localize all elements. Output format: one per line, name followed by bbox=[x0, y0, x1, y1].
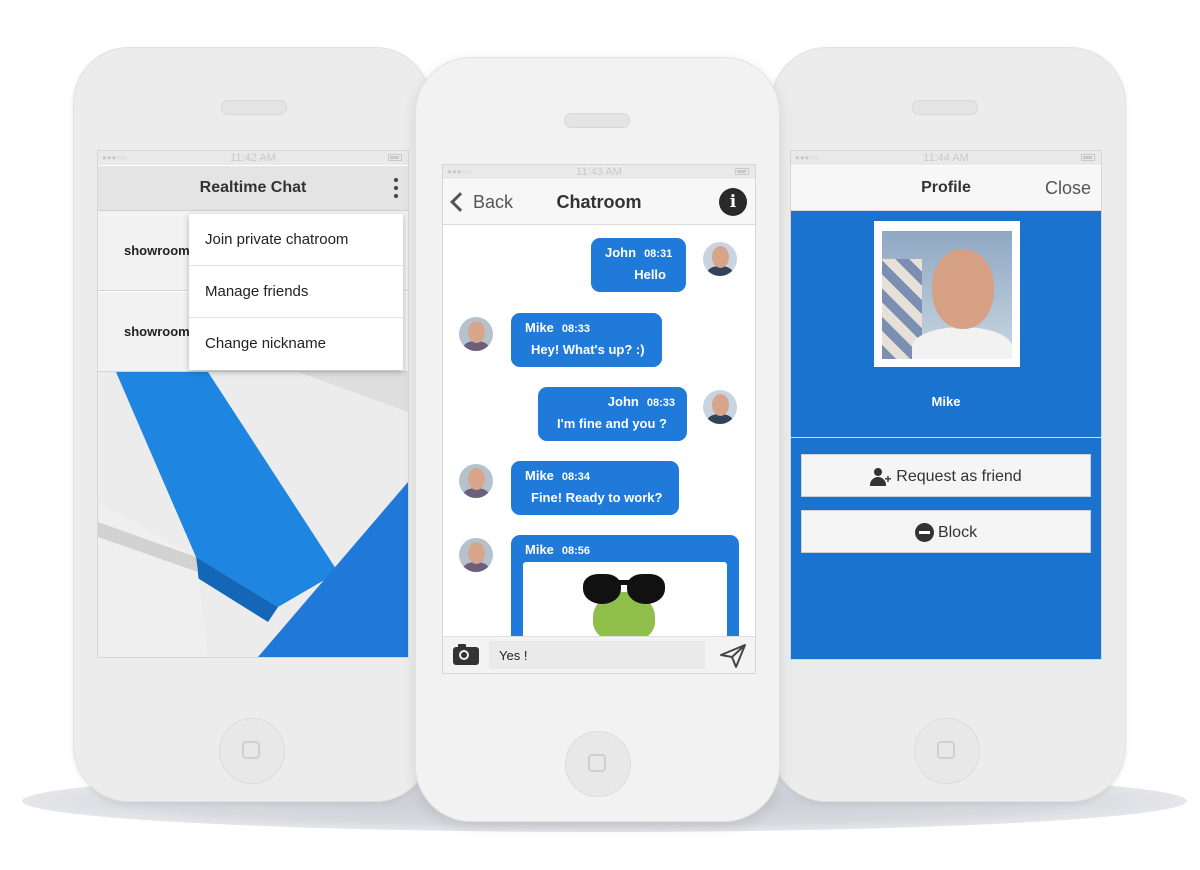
message-input[interactable] bbox=[489, 641, 705, 669]
wallpaper-graphic bbox=[98, 372, 408, 657]
avatar-mike[interactable] bbox=[459, 464, 493, 498]
minus-circle-icon bbox=[914, 523, 934, 543]
signal-icon: ●●●○○ bbox=[447, 167, 472, 176]
avatar-mike[interactable] bbox=[459, 538, 493, 572]
sender-name: Mike bbox=[525, 542, 554, 557]
home-button[interactable] bbox=[219, 718, 285, 784]
message-bubble: Mike 08:33 Hey! What's up? :) bbox=[511, 313, 662, 367]
avatar-mike[interactable] bbox=[459, 317, 493, 351]
info-icon[interactable]: i bbox=[719, 188, 747, 216]
divider bbox=[791, 437, 1101, 438]
status-bar: ●●●○○ 11:44 AM bbox=[791, 151, 1101, 165]
speaker-grille bbox=[221, 100, 287, 115]
message-time: 08:33 bbox=[561, 323, 591, 335]
screen-profile: ●●●○○ 11:44 AM Profile Close Mike + Reque… bbox=[790, 150, 1102, 660]
screen-main-menu: ●●●○○ 11:42 AM Realtime Chat showroom sh… bbox=[97, 150, 409, 658]
app-title: Realtime Chat bbox=[199, 179, 307, 196]
sender-name: Mike bbox=[525, 320, 554, 335]
chatroom-header: Chatroom Back i bbox=[443, 180, 755, 225]
message-text: Hello bbox=[634, 267, 666, 282]
message-list[interactable]: John 08:31 Hello Mike 08:33 Hey! What's up… bbox=[443, 225, 755, 655]
status-bar: ●●●○○ 11:43 AM bbox=[443, 165, 755, 179]
battery-icon bbox=[1081, 154, 1095, 161]
status-time: 11:42 AM bbox=[230, 152, 276, 164]
overflow-menu: Join private chatroom Manage friends Cha… bbox=[189, 214, 403, 370]
message-bubble: John 08:31 Hello bbox=[591, 238, 686, 292]
avatar-john[interactable] bbox=[703, 242, 737, 276]
request-friend-button[interactable]: + Request as friend bbox=[801, 454, 1091, 497]
message-time: 08:56 bbox=[561, 545, 591, 557]
signal-icon: ●●●○○ bbox=[795, 153, 820, 162]
request-friend-label: Request as friend bbox=[896, 468, 1022, 485]
speaker-grille bbox=[564, 113, 630, 128]
block-button[interactable]: Block bbox=[801, 510, 1091, 553]
phone-right: ●●●○○ 11:44 AM Profile Close Mike + Reque… bbox=[771, 47, 1126, 802]
status-time: 11:43 AM bbox=[576, 166, 622, 178]
message-bubble: John 08:33 I'm fine and you ? bbox=[538, 387, 687, 441]
sender-name: Mike bbox=[525, 468, 554, 483]
status-time: 11:44 AM bbox=[923, 152, 969, 164]
message-bubble: Mike 08:34 Fine! Ready to work? bbox=[511, 461, 679, 515]
message-time: 08:31 bbox=[644, 248, 673, 260]
sender-name: John bbox=[607, 394, 639, 409]
back-label: Back bbox=[473, 192, 514, 212]
sunglasses-image bbox=[583, 574, 665, 606]
app-header: Realtime Chat bbox=[98, 166, 408, 211]
home-button[interactable] bbox=[914, 718, 980, 784]
signal-icon: ●●●○○ bbox=[102, 153, 127, 162]
avatar-john[interactable] bbox=[703, 390, 737, 424]
battery-icon bbox=[735, 168, 749, 175]
phone-left: ●●●○○ 11:42 AM Realtime Chat showroom sh… bbox=[73, 47, 431, 802]
send-icon[interactable] bbox=[719, 643, 747, 669]
menu-item-join-private-chatroom[interactable]: Join private chatroom bbox=[189, 214, 403, 266]
menu-item-change-nickname[interactable]: Change nickname bbox=[189, 318, 403, 369]
block-label: Block bbox=[937, 524, 978, 541]
user-plus-icon: + bbox=[870, 467, 892, 486]
profile-body: Mike + Request as friend Block bbox=[791, 211, 1101, 659]
chatroom-name: showroom bbox=[124, 324, 190, 339]
close-button[interactable]: Close bbox=[1045, 166, 1091, 210]
message-text: Hey! What's up? :) bbox=[531, 342, 645, 357]
kebab-menu-icon[interactable] bbox=[393, 178, 399, 200]
screen-chatroom: ●●●○○ 11:43 AM Chatroom Back i John 08:31… bbox=[442, 164, 756, 674]
chatroom-name: showroom bbox=[124, 243, 190, 258]
message-time: 08:34 bbox=[561, 471, 591, 483]
shared-photo[interactable] bbox=[523, 562, 727, 642]
speaker-grille bbox=[912, 100, 978, 115]
profile-header: Profile Close bbox=[791, 166, 1101, 211]
camera-icon[interactable] bbox=[453, 644, 479, 665]
sender-name: John bbox=[605, 245, 637, 260]
message-time: 08:33 bbox=[646, 397, 675, 409]
message-text: I'm fine and you ? bbox=[557, 416, 667, 431]
message-text: Fine! Ready to work? bbox=[531, 490, 663, 505]
phone-center: ●●●○○ 11:43 AM Chatroom Back i John 08:31… bbox=[415, 57, 780, 822]
profile-name: Mike bbox=[931, 394, 961, 409]
profile-photo bbox=[874, 221, 1020, 367]
back-button[interactable]: Back bbox=[449, 180, 513, 224]
menu-item-manage-friends[interactable]: Manage friends bbox=[189, 266, 403, 318]
material-wallpaper bbox=[98, 372, 408, 657]
chevron-left-icon bbox=[450, 192, 470, 213]
status-bar: ●●●○○ 11:42 AM bbox=[98, 151, 408, 165]
battery-icon bbox=[388, 154, 402, 161]
home-button[interactable] bbox=[565, 731, 631, 797]
message-composer bbox=[443, 636, 755, 673]
